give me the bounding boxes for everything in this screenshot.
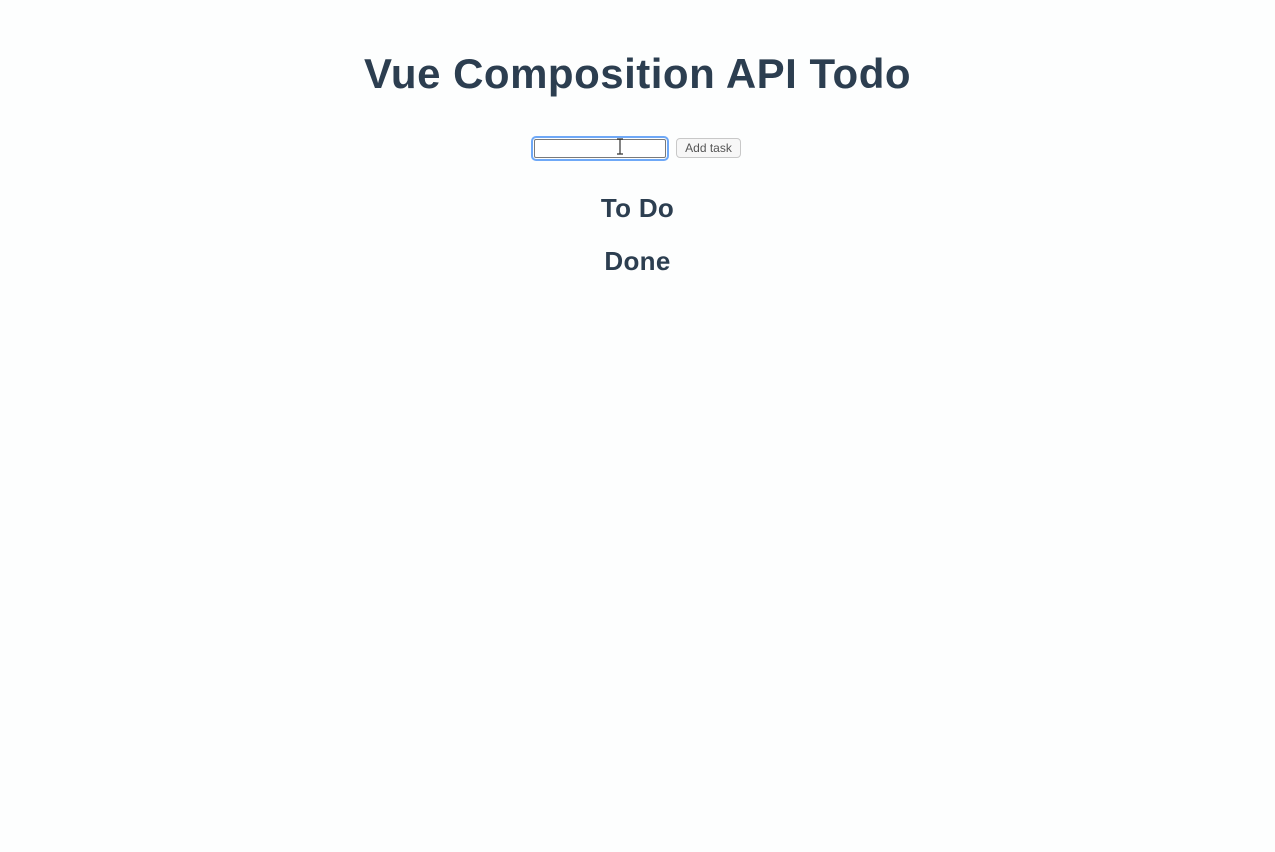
add-task-form: Add task xyxy=(0,138,1275,158)
done-section-heading: Done xyxy=(0,246,1275,277)
page-title: Vue Composition API Todo xyxy=(0,50,1275,98)
app-container: Vue Composition API Todo Add task To Do … xyxy=(0,0,1275,277)
todo-section-heading: To Do xyxy=(0,193,1275,224)
task-input[interactable] xyxy=(534,139,666,158)
add-task-button[interactable]: Add task xyxy=(676,138,741,158)
